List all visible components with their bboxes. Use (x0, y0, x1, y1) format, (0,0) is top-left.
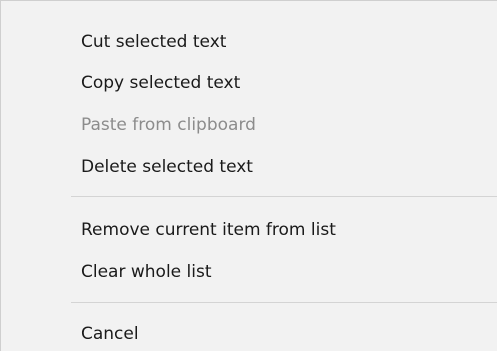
context-menu: Cut selected text Copy selected text Pas… (0, 0, 497, 351)
menu-item-copy[interactable]: Copy selected text (2, 65, 496, 101)
menu-separator (71, 302, 497, 303)
menu-item-remove-current[interactable]: Remove current item from list (2, 212, 496, 248)
menu-item-paste: Paste from clipboard (81, 115, 256, 135)
menu-item-cut[interactable]: Cut selected text (2, 24, 496, 60)
menu-item-clear-list[interactable]: Clear whole list (2, 254, 496, 290)
menu-separator (71, 196, 497, 197)
menu-item-cancel[interactable]: Cancel (2, 316, 496, 352)
menu-item-delete[interactable]: Delete selected text (2, 149, 496, 185)
